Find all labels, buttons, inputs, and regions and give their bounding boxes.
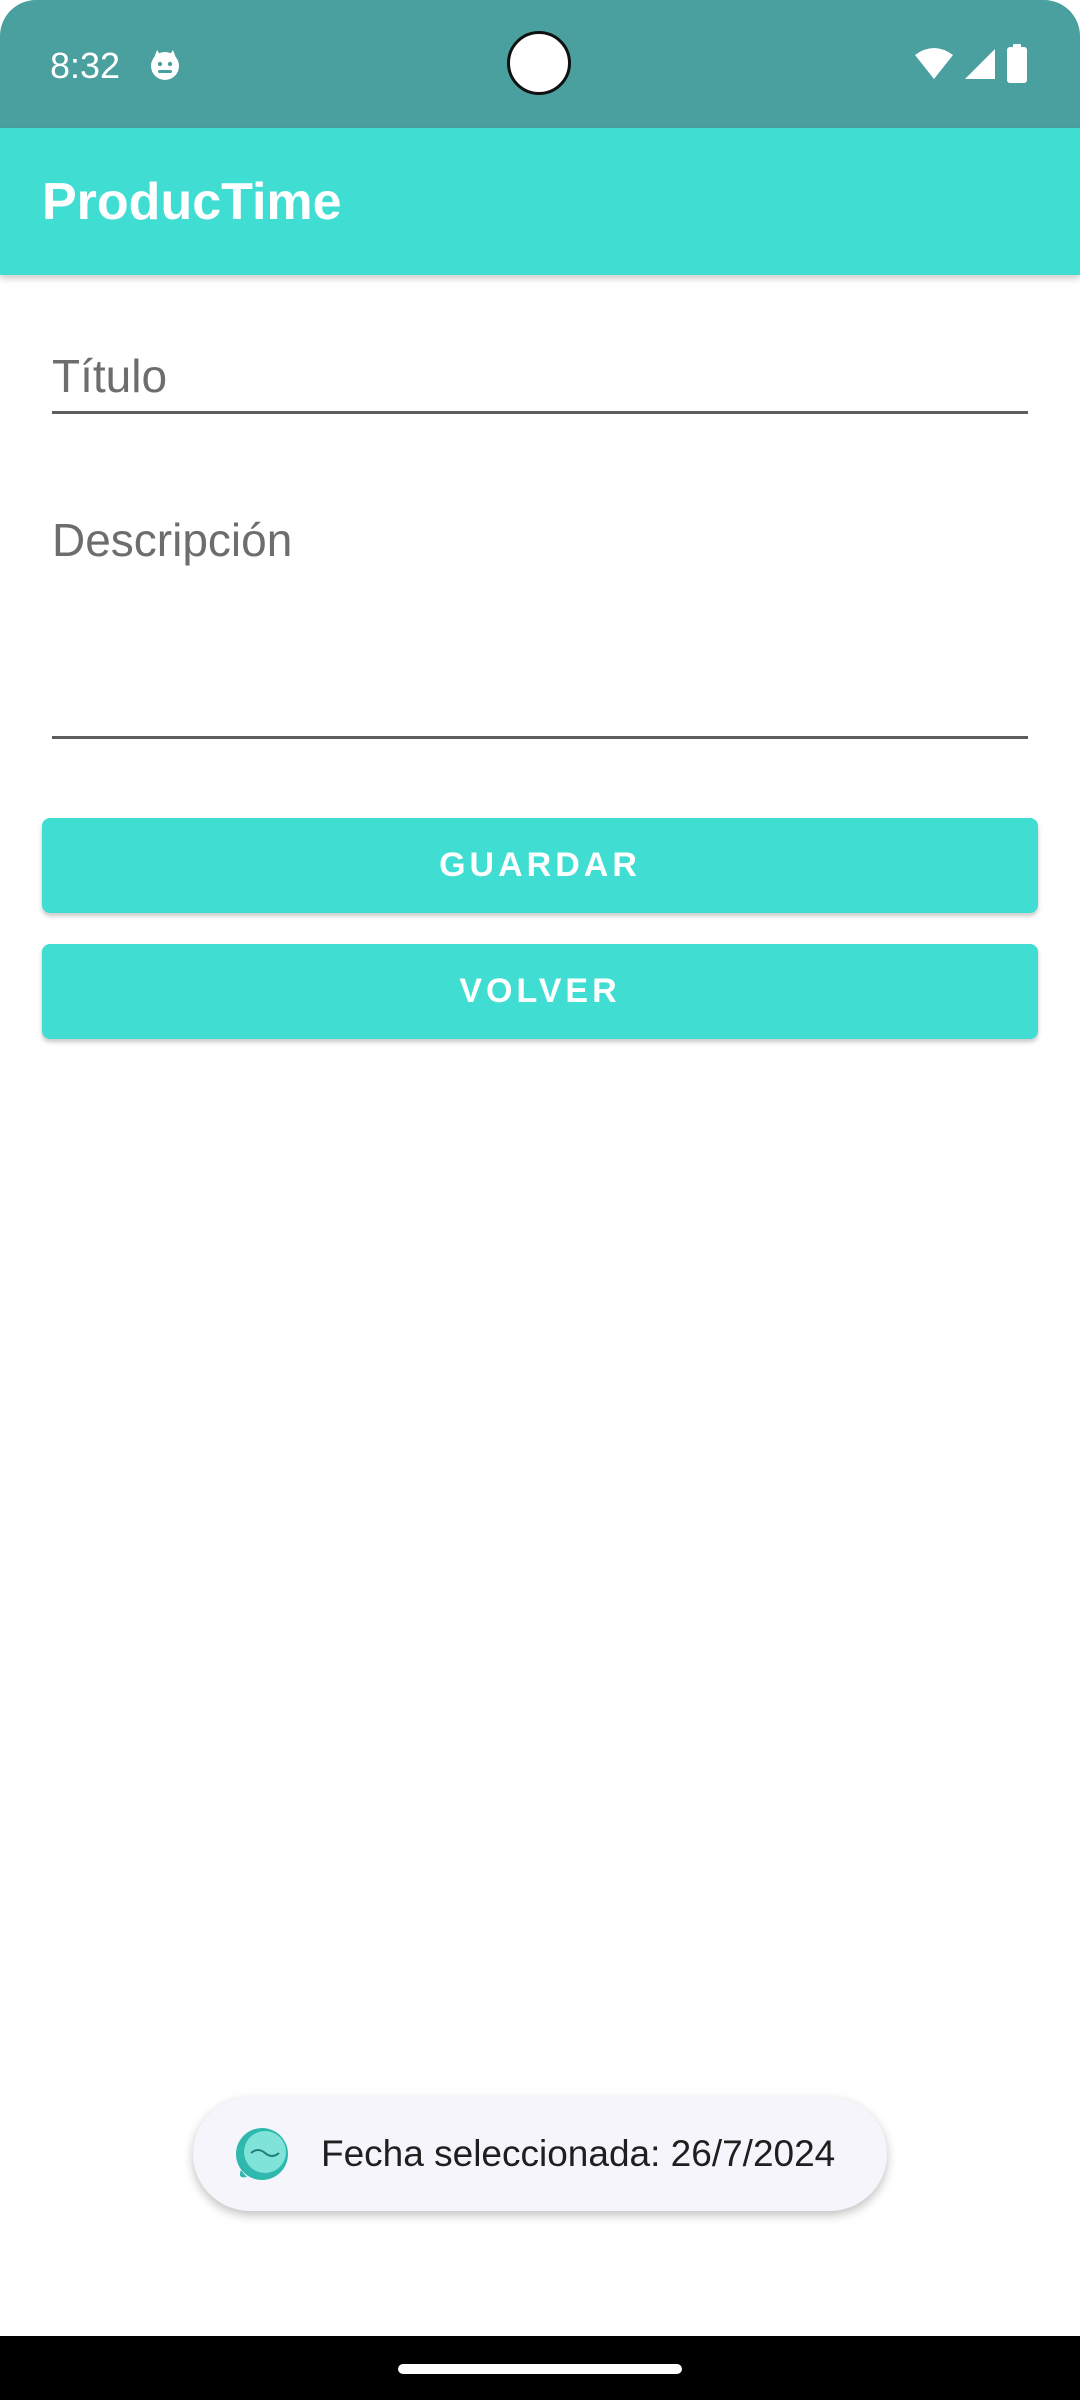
screen: 8:32 ProducTime GUARDAR [0,0,1080,2400]
status-icons [914,44,1028,84]
app-bar: ProducTime [0,128,1080,275]
navigation-bar [0,2336,1080,2400]
android-cat-icon [151,50,179,80]
wifi-icon [915,48,953,79]
status-time: 8:32 [50,45,121,86]
status-bar: 8:32 [0,0,1080,128]
home-gesture-handle[interactable] [398,2364,682,2374]
description-input[interactable] [52,505,1028,739]
toast-message: Fecha seleccionada: 26/7/2024 [321,2133,836,2174]
app-title: ProducTime [42,173,342,231]
app-logo-icon [236,2128,288,2180]
battery-icon [1007,44,1027,83]
back-button[interactable]: VOLVER [42,944,1038,1039]
title-input[interactable] [52,340,1028,414]
cell-signal-icon [965,49,995,79]
camera-cutout [507,31,571,95]
toast: Fecha seleccionada: 26/7/2024 [193,2097,887,2211]
save-button[interactable]: GUARDAR [42,818,1038,913]
